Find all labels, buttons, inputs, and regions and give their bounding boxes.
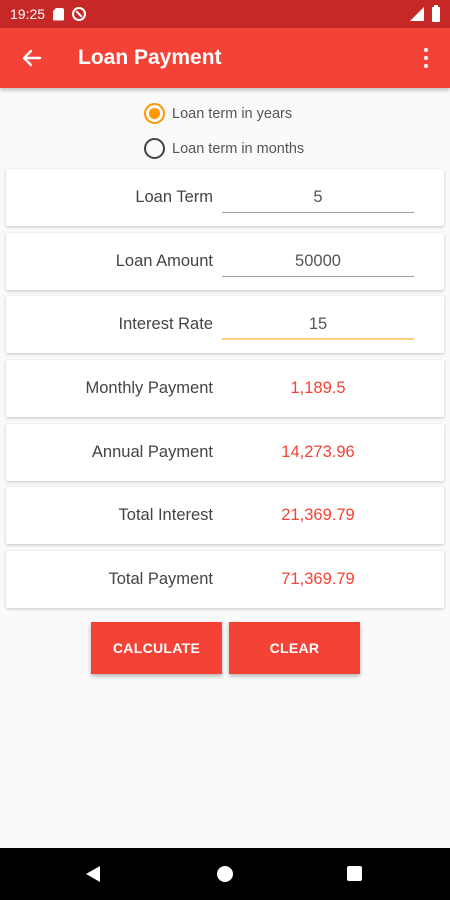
screen: 19:25 Loan Payment Loan term in years Lo…	[0, 0, 450, 900]
annual-payment-card: Annual Payment 14,273.96	[6, 424, 444, 481]
nav-recents-icon[interactable]	[347, 866, 362, 881]
loan-amount-label: Loan Amount	[115, 252, 213, 270]
battery-icon	[432, 4, 440, 22]
clear-button[interactable]: CLEAR	[229, 622, 360, 674]
app-title: Loan Payment	[78, 46, 222, 69]
status-bar: 19:25	[0, 0, 450, 28]
sim-card-icon	[53, 7, 65, 21]
total-interest-value: 21,369.79	[281, 506, 355, 524]
term-radio-group: Loan term in years Loan term in months	[144, 96, 304, 166]
calculate-button[interactable]: CALCULATE	[91, 622, 222, 674]
radio-term-months-label: Loan term in months	[172, 140, 305, 157]
interest-rate-input[interactable]	[222, 310, 414, 340]
total-payment-label: Total Payment	[108, 570, 213, 588]
radio-checked-icon[interactable]	[144, 103, 165, 124]
loan-term-label: Loan Term	[135, 188, 213, 206]
total-interest-card: Total Interest 21,369.79	[6, 487, 444, 544]
radio-term-years-label: Loan term in years	[172, 105, 293, 122]
nav-back-icon[interactable]	[86, 866, 100, 882]
nav-home-icon[interactable]	[217, 866, 233, 882]
radio-unchecked-icon[interactable]	[144, 138, 165, 159]
loan-term-input[interactable]	[222, 183, 414, 213]
annual-payment-label: Annual Payment	[91, 443, 213, 461]
loan-amount-input[interactable]	[222, 247, 414, 277]
total-payment-card: Total Payment 71,369.79	[6, 551, 444, 608]
total-interest-label: Total Interest	[118, 506, 213, 524]
do-not-disturb-icon	[72, 7, 87, 21]
monthly-payment-label: Monthly Payment	[85, 379, 213, 397]
annual-payment-value: 14,273.96	[281, 443, 355, 461]
system-nav-bar	[0, 848, 450, 900]
radio-term-months[interactable]: Loan term in months	[144, 131, 304, 166]
app-bar: Loan Payment	[0, 28, 450, 88]
loan-term-card: Loan Term	[6, 169, 444, 226]
radio-term-years[interactable]: Loan term in years	[144, 96, 304, 131]
interest-rate-card: Interest Rate	[6, 296, 444, 353]
status-time: 19:25	[10, 6, 46, 22]
monthly-payment-value: 1,189.5	[290, 379, 346, 397]
interest-rate-label: Interest Rate	[118, 315, 213, 333]
loan-amount-card: Loan Amount	[6, 233, 444, 290]
signal-icon	[410, 7, 424, 21]
monthly-payment-card: Monthly Payment 1,189.5	[6, 360, 444, 417]
total-payment-value: 71,369.79	[281, 570, 355, 588]
back-arrow-icon[interactable]	[0, 28, 64, 88]
overflow-menu-icon[interactable]	[402, 28, 450, 88]
